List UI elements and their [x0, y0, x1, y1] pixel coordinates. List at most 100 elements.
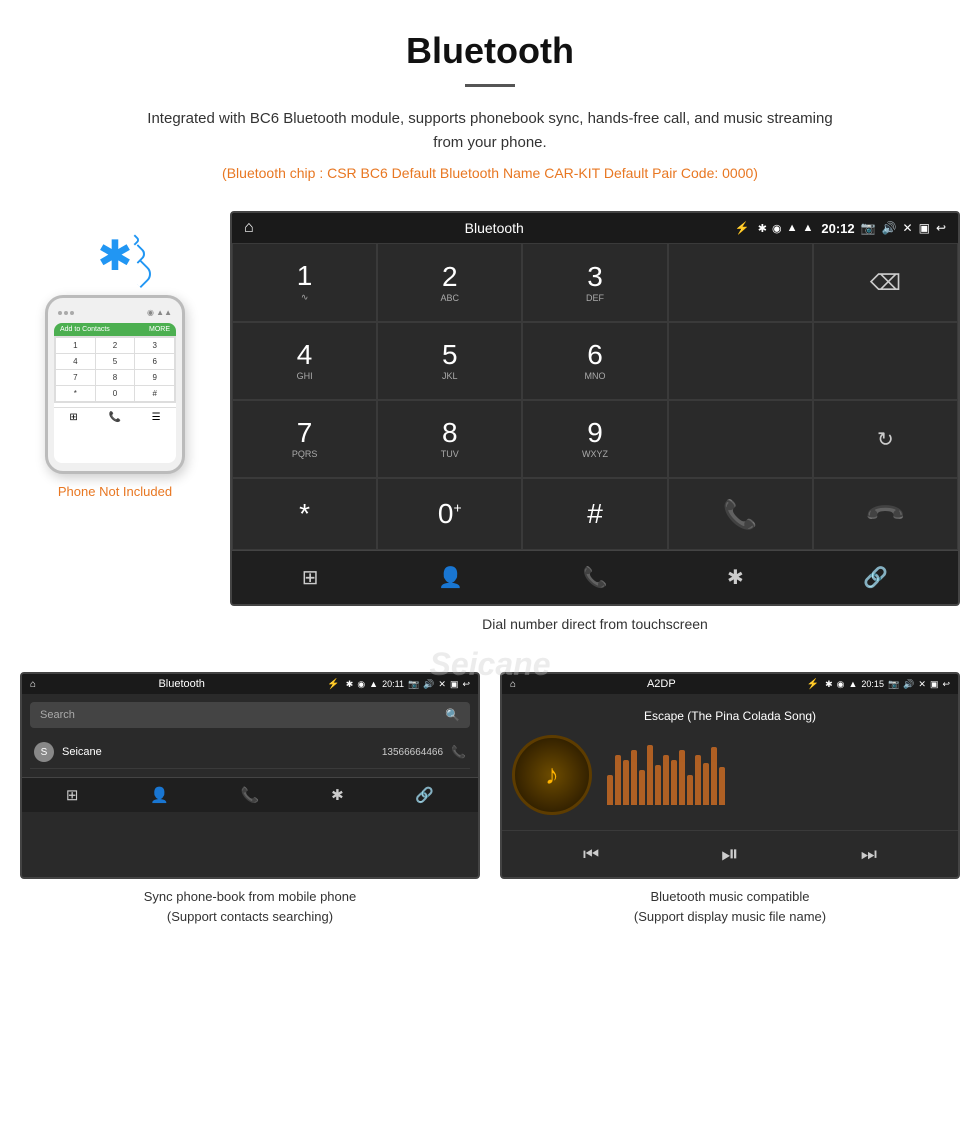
- eq-bar-14: [711, 747, 717, 805]
- phonebook-screen: ⌂ Bluetooth ⚡ ✱ ◉ ▲ 20:11 📷 🔊 ✕ ▣ ↩ Sear: [20, 672, 480, 879]
- clock-display: 20:12: [821, 221, 854, 236]
- dial-key-hash[interactable]: #: [522, 478, 667, 550]
- dial-hang-up-button[interactable]: 📞: [813, 478, 958, 550]
- phone-call-icon[interactable]: 📞: [108, 412, 120, 423]
- phonebook-loc-icon: ◉: [357, 679, 365, 690]
- album-art: ♪: [512, 735, 592, 815]
- music-home-icon[interactable]: ⌂: [510, 679, 516, 690]
- previous-button[interactable]: ⏮: [583, 844, 599, 865]
- dial-key-7[interactable]: 7 PQRS: [232, 400, 377, 478]
- phone-screen: Add to Contacts MORE 1 2 3 4 5 6 7 8 9 *…: [54, 323, 176, 463]
- phone-key-2[interactable]: 2: [96, 338, 135, 353]
- status-icons: ✱ ◉ ▲ ▲: [758, 222, 814, 235]
- music-bt-icon: ✱: [825, 679, 833, 690]
- more-label: MORE: [149, 326, 170, 333]
- play-pause-button[interactable]: ⏯: [721, 841, 739, 867]
- phonebook-win-icon[interactable]: ▣: [450, 679, 459, 690]
- phone-key-3[interactable]: 3: [135, 338, 174, 353]
- back-icon[interactable]: ↩: [936, 221, 946, 235]
- phone-key-9[interactable]: 9: [135, 370, 174, 385]
- close-screen-icon[interactable]: ✕: [903, 221, 913, 235]
- right-status-icons: 20:12 📷 🔊 ✕ ▣ ↩: [821, 221, 946, 236]
- phone-green-bar: Add to Contacts MORE: [54, 323, 176, 336]
- phone-key-5[interactable]: 5: [96, 354, 135, 369]
- phone-key-6[interactable]: 6: [135, 354, 174, 369]
- dial-key-5[interactable]: 5 JKL: [377, 322, 522, 400]
- music-status-bar: ⌂ A2DP ⚡ ✱ ◉ ▲ 20:15 📷 🔊 ✕ ▣ ↩: [502, 674, 958, 694]
- phone-key-hash[interactable]: #: [135, 386, 174, 401]
- toolbar-grid-icon[interactable]: ⊞: [302, 565, 319, 590]
- contact-avatar-s: S: [34, 742, 54, 762]
- phone-not-included-label: Phone Not Included: [58, 484, 172, 499]
- phonebook-usb-icon: ⚡: [327, 679, 339, 690]
- phonebook-vol-icon: 🔊: [423, 679, 434, 690]
- dial-key-1[interactable]: 1 ∿: [232, 243, 377, 322]
- toolbar-link-icon[interactable]: 🔗: [863, 565, 888, 590]
- dial-key-9[interactable]: 9 WXYZ: [522, 400, 667, 478]
- phonebook-right-icons: ✱ ◉ ▲ 20:11 📷 🔊 ✕ ▣ ↩: [346, 679, 470, 690]
- music-usb-icon: ⚡: [807, 679, 819, 690]
- eq-bar-12: [695, 755, 701, 805]
- phone-key-0[interactable]: 0: [96, 386, 135, 401]
- phone-key-star[interactable]: *: [56, 386, 95, 401]
- music-visual: ♪: [512, 735, 948, 815]
- contact-row-seicane[interactable]: S Seicane 13566664466 📞: [30, 736, 470, 769]
- music-screen-block: ⌂ A2DP ⚡ ✱ ◉ ▲ 20:15 📷 🔊 ✕ ▣ ↩ Escape (T…: [500, 672, 960, 926]
- dial-key-3[interactable]: 3 DEF: [522, 243, 667, 322]
- dial-call-button[interactable]: 📞: [668, 478, 813, 550]
- contact-phone-icon[interactable]: 📞: [451, 745, 466, 759]
- search-bar[interactable]: Search 🔍: [30, 702, 470, 728]
- dial-refresh-button[interactable]: ↻: [813, 400, 958, 478]
- phone-key-4[interactable]: 4: [56, 354, 95, 369]
- screen-toolbar-main: ⊞ 👤 📞 ✱ 🔗: [232, 550, 958, 604]
- phone-key-1[interactable]: 1: [56, 338, 95, 353]
- toolbar-contacts-icon[interactable]: 👤: [438, 565, 463, 590]
- phonebook-signal-icon: ▲: [369, 679, 378, 689]
- music-time: 20:15: [861, 679, 884, 689]
- pb-toolbar-phone-icon[interactable]: 📞: [241, 786, 260, 804]
- signal-bars-icon: ▲: [802, 222, 813, 234]
- eq-bar-2: [615, 755, 621, 805]
- car-screen-main: ⌂ Bluetooth ⚡ ✱ ◉ ▲ ▲ 20:12 📷 🔊 ✕ ▣ ↩: [230, 211, 960, 606]
- dial-key-4[interactable]: 4 GHI: [232, 322, 377, 400]
- add-contacts-label: Add to Contacts: [60, 326, 110, 333]
- phone-top-bar: ◉ ▲▲: [54, 306, 176, 323]
- dial-key-2[interactable]: 2 ABC: [377, 243, 522, 322]
- toolbar-bluetooth-icon[interactable]: ✱: [727, 565, 744, 590]
- music-content: Escape (The Pina Colada Song) ♪: [502, 694, 958, 830]
- dial-empty-2: [668, 322, 813, 400]
- pb-toolbar-link-icon[interactable]: 🔗: [415, 786, 434, 804]
- home-icon[interactable]: ⌂: [244, 219, 254, 237]
- eq-bar-11: [687, 775, 693, 805]
- music-note-icon: ♪: [545, 759, 559, 791]
- phone-key-7[interactable]: 7: [56, 370, 95, 385]
- phone-section: ✱ ◉ ▲▲ Add to Contacts: [20, 211, 210, 499]
- eq-bar-13: [703, 763, 709, 805]
- pb-toolbar-grid-icon[interactable]: ⊞: [66, 786, 79, 804]
- music-screen: ⌂ A2DP ⚡ ✱ ◉ ▲ 20:15 📷 🔊 ✕ ▣ ↩ Escape (T…: [500, 672, 960, 879]
- phonebook-status-bar: ⌂ Bluetooth ⚡ ✱ ◉ ▲ 20:11 📷 🔊 ✕ ▣ ↩: [22, 674, 478, 694]
- window-icon[interactable]: ▣: [919, 221, 930, 235]
- phone-dots: [58, 311, 74, 315]
- phone-grid-icon[interactable]: ⊞: [69, 412, 77, 423]
- music-win-icon[interactable]: ▣: [930, 679, 939, 690]
- bluetooth-status-icon: ✱: [758, 222, 767, 235]
- dial-key-star[interactable]: *: [232, 478, 377, 550]
- music-x-icon[interactable]: ✕: [918, 679, 926, 690]
- pb-toolbar-contacts-icon[interactable]: 👤: [150, 786, 169, 804]
- phonebook-home-icon[interactable]: ⌂: [30, 679, 36, 690]
- dial-key-8[interactable]: 8 TUV: [377, 400, 522, 478]
- next-button[interactable]: ⏭: [861, 844, 877, 865]
- phone-menu-icon[interactable]: ☰: [152, 412, 161, 423]
- music-back-icon[interactable]: ↩: [942, 679, 950, 690]
- phonebook-x-icon[interactable]: ✕: [438, 679, 446, 690]
- phone-key-8[interactable]: 8: [96, 370, 135, 385]
- dial-key-0[interactable]: 0+: [377, 478, 522, 550]
- toolbar-phone-icon[interactable]: 📞: [583, 565, 608, 590]
- phonebook-back-icon[interactable]: ↩: [462, 679, 470, 690]
- dial-key-6[interactable]: 6 MNO: [522, 322, 667, 400]
- app-title-main: Bluetooth: [262, 220, 727, 236]
- phone-mockup: ◉ ▲▲ Add to Contacts MORE 1 2 3 4 5 6 7 …: [45, 295, 185, 474]
- dial-backspace-button[interactable]: ⌫: [813, 243, 958, 322]
- pb-toolbar-bt-icon[interactable]: ✱: [331, 786, 344, 804]
